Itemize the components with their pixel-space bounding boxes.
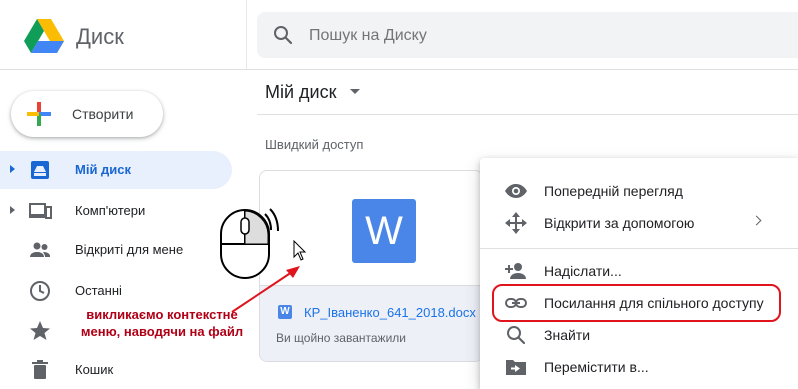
chevron-right-icon — [751, 215, 762, 226]
mouse-cursor-icon — [293, 240, 307, 261]
expand-arrow-icon[interactable] — [10, 165, 15, 173]
menu-item-label: Відкрити за допомогою — [544, 215, 695, 231]
sidebar-item-label: Кошик — [75, 362, 114, 377]
app-title[interactable]: Диск — [76, 24, 124, 50]
create-button-label: Створити — [72, 106, 134, 122]
page-title[interactable]: Мій диск — [265, 82, 336, 103]
divider — [257, 114, 798, 115]
header-divider-vertical — [246, 0, 247, 70]
computers-icon — [29, 203, 52, 219]
quick-access-heading: Швидкий доступ — [265, 137, 364, 152]
annotation-text: викликаємо контекстне меню, наводячи на … — [80, 307, 244, 339]
header-divider — [0, 69, 798, 70]
sidebar-item-shared[interactable]: Відкриті для мене — [0, 231, 232, 269]
context-menu: Попередній перегляд Відкрити за допомого… — [480, 158, 798, 389]
move-to-folder-icon — [506, 360, 526, 375]
file-activity: Ви щойно завантажили — [276, 331, 406, 345]
star-icon — [30, 321, 50, 340]
clock-icon — [30, 281, 50, 301]
search-icon[interactable] — [271, 23, 295, 47]
search-input[interactable] — [309, 27, 609, 45]
drive-icon — [31, 161, 49, 179]
people-icon — [30, 242, 50, 257]
menu-item-locate[interactable]: Знайти — [480, 319, 798, 351]
menu-separator — [480, 248, 798, 249]
add-person-icon — [505, 263, 526, 279]
eye-icon — [505, 184, 527, 198]
menu-item-move-to[interactable]: Перемістити в... — [480, 351, 798, 383]
open-with-icon — [505, 212, 527, 234]
menu-item-open-with[interactable]: Відкрити за допомогою — [480, 207, 798, 239]
file-name[interactable]: КР_Іваненко_641_2018.docx — [304, 305, 476, 320]
word-document-thumbnail: W — [352, 199, 416, 263]
menu-item-label: Знайти — [544, 327, 591, 343]
sidebar-item-label: Останні — [75, 283, 122, 298]
sidebar-item-label: Комп'ютери — [75, 203, 146, 218]
sidebar-item-label: Мій диск — [75, 162, 132, 177]
drive-logo-icon — [24, 19, 64, 53]
sidebar-item-computers[interactable]: Комп'ютери — [0, 192, 232, 230]
chevron-down-icon[interactable] — [350, 89, 360, 94]
sidebar-item-label: Відкриті для мене — [75, 242, 184, 257]
sidebar-item-my-drive[interactable]: Мій диск — [0, 151, 232, 189]
menu-item-share[interactable]: Надіслати... — [480, 255, 798, 287]
menu-item-label: Попередній перегляд — [544, 183, 683, 199]
create-button[interactable]: Створити — [11, 91, 163, 137]
search-icon — [507, 326, 526, 345]
menu-item-label: Надіслати... — [544, 263, 622, 279]
menu-item-preview[interactable]: Попередній перегляд — [480, 175, 798, 207]
menu-item-label: Перемістити в... — [544, 359, 649, 375]
expand-arrow-icon[interactable] — [10, 206, 15, 214]
plus-icon — [27, 102, 51, 126]
sidebar-item-recent[interactable]: Останні — [0, 272, 232, 310]
trash-icon — [32, 360, 48, 379]
highlight-box — [492, 284, 781, 322]
sidebar-item-trash[interactable]: Кошик — [0, 351, 232, 389]
